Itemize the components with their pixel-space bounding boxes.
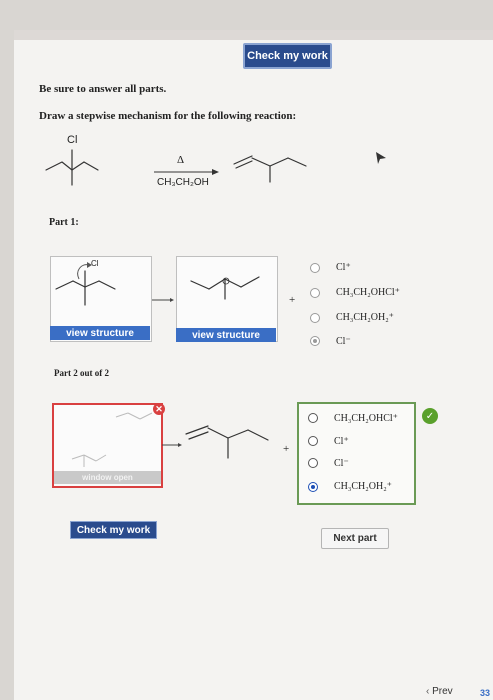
part1-option-radio-4[interactable] <box>310 336 320 346</box>
question-prompt: Draw a stepwise mechanism for the follow… <box>39 110 297 122</box>
heat-symbol: Δ <box>177 154 185 166</box>
part2-option-2: Cl⁺ <box>334 436 349 447</box>
part2-label: Part 2 out of 2 <box>54 368 109 378</box>
part1-option-3: CH₃CH₂OH₂⁺ <box>336 312 394 323</box>
check-my-work-button-bottom[interactable]: Check my work <box>70 521 157 539</box>
incorrect-x-icon: ✕ <box>153 403 165 415</box>
part1-option-radio-3[interactable] <box>310 313 320 323</box>
assignment-page: Check my work Be sure to answer all part… <box>14 30 493 700</box>
part2-option-radio-4[interactable] <box>308 482 318 492</box>
part1-option-2: CH₃CH₂OHCl⁺ <box>336 287 400 298</box>
window-open-bar[interactable]: window open <box>54 471 161 484</box>
part1-cl-label: Cl <box>91 259 99 268</box>
view-structure-button-2[interactable]: view structure <box>176 328 276 342</box>
carbocation-structure <box>190 276 260 300</box>
reactant-cl-label: Cl <box>67 134 78 146</box>
page-number[interactable]: 33 <box>480 688 490 698</box>
part2-alkene-structure <box>185 425 269 459</box>
faded-alkene-structure <box>71 412 153 467</box>
part2-option-radio-1[interactable] <box>308 413 318 423</box>
view-structure-button-1[interactable]: view structure <box>50 326 150 340</box>
part1-label: Part 1: <box>49 217 79 228</box>
part1-option-4: Cl⁻ <box>336 336 351 347</box>
part2-plus-sign: + <box>283 443 290 455</box>
part2-option-radio-2[interactable] <box>308 436 318 446</box>
part2-option-4: CH₃CH₂OH₂⁺ <box>334 481 392 492</box>
top-bar <box>14 30 493 40</box>
alkyl-chloride-structure <box>55 262 116 306</box>
part1-option-radio-1[interactable] <box>310 263 320 273</box>
part2-option-3: Cl⁻ <box>334 458 349 469</box>
prev-label: Prev <box>432 686 453 697</box>
part1-option-radio-2[interactable] <box>310 288 320 298</box>
part1-option-1: Cl⁺ <box>336 262 351 273</box>
next-part-button[interactable]: Next part <box>321 528 389 549</box>
check-my-work-button-top[interactable]: Check my work <box>243 43 332 69</box>
part1-plus-sign: + <box>289 294 296 306</box>
part2-option-1: CH₃CH₂OHCl⁺ <box>334 413 398 424</box>
answer-all-note: Be sure to answer all parts. <box>39 83 167 95</box>
solvent-label: CH₃CH₂OH <box>157 177 209 188</box>
part2-option-radio-3[interactable] <box>308 458 318 468</box>
correct-check-icon: ✓ <box>422 408 438 424</box>
chevron-left-icon: ‹ <box>426 686 430 697</box>
prev-button[interactable]: ‹ Prev <box>426 686 453 697</box>
